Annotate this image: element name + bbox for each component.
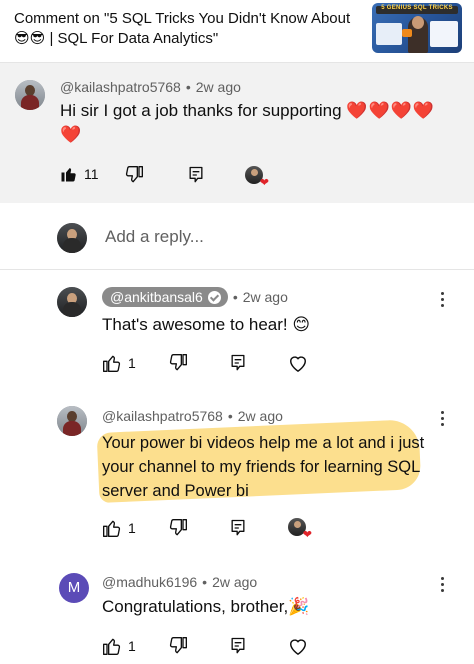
thumbs-down-icon — [169, 354, 187, 371]
thumbnail-caption-bar: 5 GENIUS SQL TRICKS — [376, 5, 458, 14]
reply-meta: @kailashpatro5768 • 2w ago — [102, 408, 283, 424]
dislike-button[interactable] — [168, 353, 188, 373]
reply-author: @ankitbansal6 — [110, 289, 203, 305]
reply-text: Congratulations, brother,🎉 — [102, 597, 310, 616]
header: Comment on "5 SQL Tricks You Didn't Know… — [0, 0, 474, 62]
heart-outline-icon — [289, 639, 307, 656]
comment-text: Hi sir I got a job thanks for supporting… — [60, 101, 435, 144]
like-count: 1 — [128, 638, 136, 654]
heart-outline-icon — [289, 356, 307, 373]
reply-input[interactable]: Add a reply... — [105, 227, 204, 247]
thumbs-up-filled-icon — [61, 168, 76, 182]
comment-author[interactable]: @kailashpatro5768 — [60, 79, 181, 95]
reply-button[interactable] — [228, 518, 248, 538]
reply-meta: @ankitbansal6 • 2w ago — [102, 287, 288, 307]
heart-button[interactable] — [287, 636, 309, 656]
verified-check-icon — [207, 290, 221, 304]
page-title: Comment on "5 SQL Tricks You Didn't Know… — [14, 10, 351, 47]
video-thumbnail[interactable]: 5 GENIUS SQL TRICKS — [372, 3, 462, 53]
thumbs-up-icon — [103, 355, 121, 372]
reply-text: That's awesome to hear! 😊 — [102, 315, 311, 334]
thumbs-down-icon — [169, 637, 187, 654]
reply-input-row: Add a reply... — [0, 203, 474, 269]
thumbnail-caption: 5 GENIUS SQL TRICKS — [381, 5, 453, 11]
more-options-icon[interactable] — [433, 575, 453, 595]
creator-author-chip[interactable]: @ankitbansal6 — [102, 287, 228, 307]
reply-author[interactable]: @kailashpatro5768 — [102, 408, 223, 424]
reply-meta: @madhuk6196 • 2w ago — [102, 574, 258, 590]
thumbs-up-icon — [103, 520, 121, 537]
avatar[interactable] — [57, 287, 87, 317]
like-count: 11 — [84, 166, 99, 182]
reply-button[interactable] — [186, 165, 206, 185]
avatar[interactable] — [57, 406, 87, 436]
divider — [0, 269, 474, 270]
avatar[interactable] — [15, 80, 45, 110]
reply-time: 2w ago — [237, 408, 283, 424]
avatar[interactable]: M — [59, 573, 89, 603]
reply-time: 2w ago — [212, 574, 258, 590]
thumbs-down-icon — [125, 166, 143, 183]
comment-time: 2w ago — [195, 79, 241, 95]
creator-heart-badge: ❤ — [245, 166, 269, 189]
reply-comment-icon — [231, 637, 245, 654]
comment-meta: @kailashpatro5768 • 2w ago — [60, 79, 241, 95]
dislike-button[interactable] — [168, 636, 188, 656]
reply-text: Your power bi videos help me a lot and i… — [102, 434, 425, 500]
like-button[interactable]: 1 — [102, 518, 136, 538]
reply-author[interactable]: @madhuk6196 — [102, 574, 197, 590]
like-count: 1 — [128, 520, 136, 536]
reply-time: 2w ago — [242, 289, 288, 305]
reply-comment-icon — [231, 519, 245, 536]
dislike-button[interactable] — [124, 165, 144, 185]
thumbs-down-icon — [169, 519, 187, 536]
reply-button[interactable] — [228, 353, 248, 373]
thumbs-up-icon — [103, 638, 121, 655]
like-button[interactable]: 1 — [102, 353, 136, 373]
like-button[interactable]: 1 — [102, 636, 136, 656]
reply-comment-icon — [231, 354, 245, 371]
reply-button[interactable] — [228, 636, 248, 656]
like-button[interactable]: 11 — [60, 165, 99, 183]
like-count: 1 — [128, 355, 136, 371]
more-options-icon[interactable] — [433, 409, 453, 429]
reply-comment-icon — [189, 166, 203, 183]
more-options-icon[interactable] — [433, 290, 453, 310]
heart-button[interactable] — [287, 353, 309, 373]
creator-heart-badge: ❤ — [288, 518, 312, 541]
dislike-button[interactable] — [168, 518, 188, 538]
main-comment: @kailashpatro5768 • 2w ago Hi sir I got a … — [0, 63, 474, 203]
user-avatar — [57, 223, 87, 253]
